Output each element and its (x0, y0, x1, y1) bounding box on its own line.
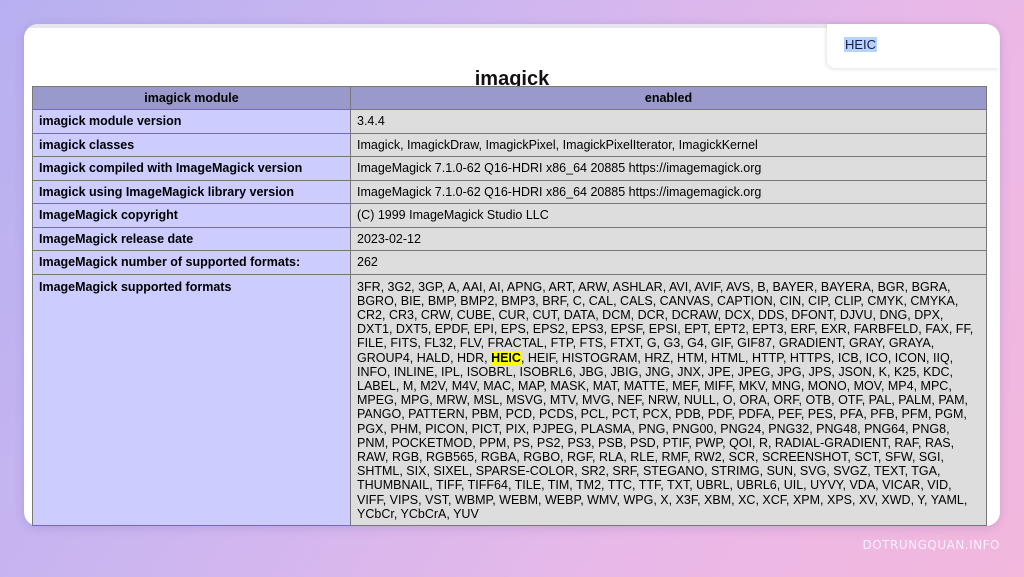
row-value: (C) 1999 ImageMagick Studio LLC (350, 203, 987, 228)
watermark: DOTRUNGQUAN.INFO (862, 538, 1000, 552)
row-key: imagick module version (32, 109, 351, 134)
row-key: ImageMagick release date (32, 226, 351, 251)
imagick-info-table: imagick module enabled imagick module ve… (32, 86, 987, 526)
table-row: imagick module version 3.4.4 (32, 109, 987, 134)
header-module: imagick module (32, 86, 351, 110)
row-key: ImageMagick number of supported formats: (32, 250, 351, 275)
table-header-row: imagick module enabled (32, 86, 987, 110)
search-highlight: HEIC (491, 350, 521, 365)
row-key: imagick classes (32, 132, 351, 157)
row-key: Imagick using ImageMagick library versio… (32, 179, 351, 204)
row-value: 262 (350, 250, 987, 275)
find-input-text[interactable]: HEIC (844, 37, 878, 52)
row-value: 3.4.4 (350, 109, 987, 134)
supported-formats-list: 3FR, 3G2, 3GP, A, AAI, AI, APNG, ART, AR… (350, 273, 987, 526)
table-row: Imagick using ImageMagick library versio… (32, 179, 987, 204)
find-bar[interactable]: HEIC (827, 24, 999, 68)
row-value: Imagick, ImagickDraw, ImagickPixel, Imag… (350, 132, 987, 157)
row-value: ImageMagick 7.1.0-62 Q16-HDRI x86_64 208… (350, 156, 987, 181)
table-row: ImageMagick number of supported formats:… (32, 250, 987, 275)
supported-formats-row: ImageMagick supported formats 3FR, 3G2, … (32, 273, 987, 526)
table-row: imagick classes Imagick, ImagickDraw, Im… (32, 132, 987, 157)
table-row: ImageMagick copyright (C) 1999 ImageMagi… (32, 203, 987, 228)
row-value: ImageMagick 7.1.0-62 Q16-HDRI x86_64 208… (350, 179, 987, 204)
row-key: Imagick compiled with ImageMagick versio… (32, 156, 351, 181)
table-row: Imagick compiled with ImageMagick versio… (32, 156, 987, 181)
row-value: 2023-02-12 (350, 226, 987, 251)
row-key: ImageMagick supported formats (32, 273, 351, 526)
table-row: ImageMagick release date 2023-02-12 (32, 226, 987, 251)
formats-text-after: , HEIF, HISTOGRAM, HRZ, HTM, HTML, HTTP,… (357, 350, 968, 521)
row-key: ImageMagick copyright (32, 203, 351, 228)
header-status: enabled (350, 86, 987, 110)
